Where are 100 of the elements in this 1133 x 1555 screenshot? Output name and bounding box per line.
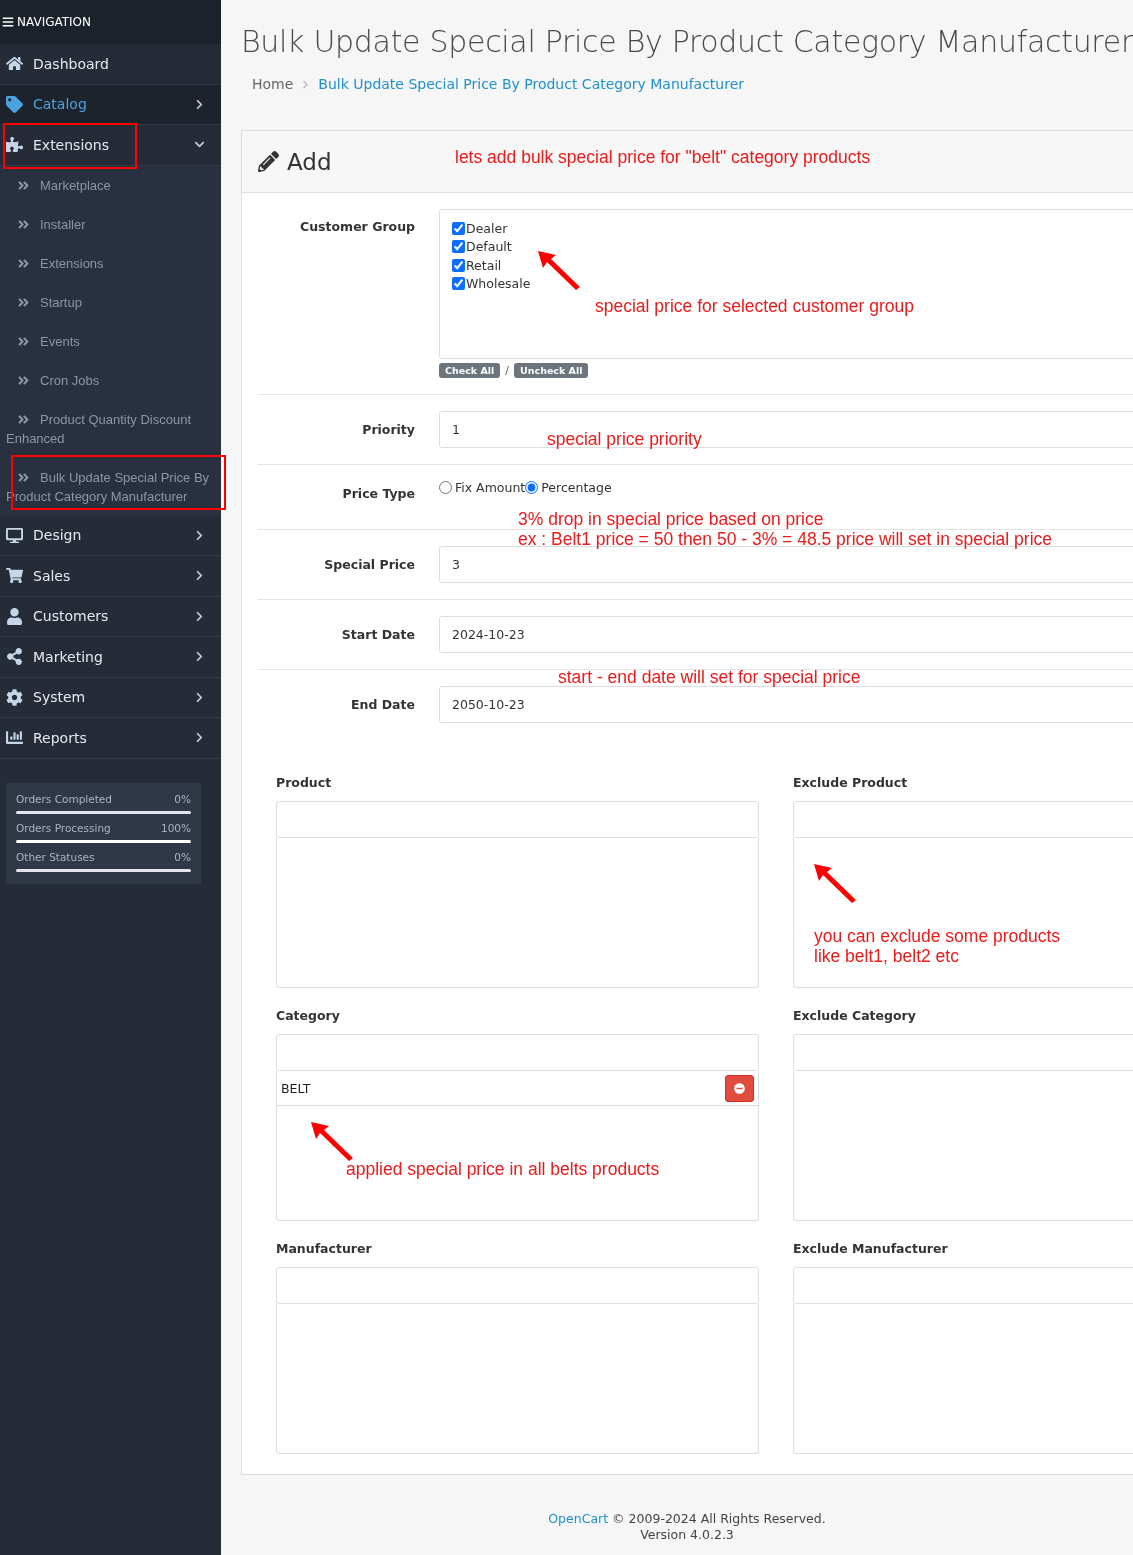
menu-icon[interactable] — [2, 16, 14, 28]
double-chevron-icon — [17, 334, 30, 348]
annotation-text: special price for selected customer group — [595, 296, 915, 316]
double-chevron-icon — [17, 178, 30, 192]
annotation-text: you can exclude some products like belt1, belt2 etc — [814, 926, 1061, 966]
submenu-link[interactable]: Cron Jobs — [0, 360, 221, 400]
checkbox[interactable] — [452, 277, 465, 291]
menu-label: Sales — [33, 567, 72, 584]
checkbox[interactable] — [452, 240, 465, 254]
checkbox-option[interactable]: Default — [452, 237, 1133, 256]
double-chevron-icon — [17, 256, 30, 270]
double-chevron-icon — [17, 295, 30, 309]
menu-label: Reports — [33, 729, 88, 746]
stat-value: 0% — [174, 792, 191, 805]
field-label: Category — [276, 1008, 341, 1023]
annotation-text: 3% drop in special price based on price ex : Belt1 price = 50 then 50 - 3% = 48.5 price will set in special price — [518, 509, 1053, 549]
radio-button[interactable] — [439, 481, 452, 494]
menu-label: Design — [33, 527, 83, 544]
stat-value: 0% — [174, 850, 191, 863]
submenu-link[interactable]: Extensions — [0, 243, 221, 283]
autocomplete-field[interactable] — [276, 1267, 759, 1304]
pencil-icon — [258, 151, 279, 172]
double-chevron-icon — [17, 217, 30, 231]
chevron-right-icon — [194, 98, 205, 110]
radio-button[interactable] — [525, 481, 539, 494]
arrow-icon — [812, 862, 858, 904]
chevron-right-icon — [194, 529, 205, 541]
stat-label: Orders Processing — [16, 821, 111, 834]
menu-label: Dashboard — [33, 55, 110, 72]
field-label: Exclude Manufacturer — [793, 1241, 949, 1256]
menu-label: System — [33, 689, 87, 706]
submenu-link[interactable]: Marketplace — [0, 165, 221, 205]
chevron-right-icon — [194, 610, 205, 622]
sidebar-item[interactable]: Extensions — [0, 125, 221, 166]
cart-icon — [6, 567, 23, 585]
field-label: Exclude Product — [793, 775, 909, 790]
user-icon — [6, 607, 23, 625]
separator-slash: / — [505, 364, 510, 377]
puzzle-piece-icon — [6, 136, 23, 154]
stat-value: 100% — [160, 821, 191, 834]
autocomplete-field[interactable] — [793, 801, 1133, 838]
remove-button[interactable] — [725, 1074, 754, 1102]
annotation-text: applied special price in all belts products — [346, 1159, 660, 1179]
arrow-icon — [536, 249, 582, 291]
monitor-icon — [6, 526, 23, 544]
autocomplete-field[interactable] — [276, 1034, 759, 1071]
stat-label: Other Statuses — [16, 850, 95, 863]
field-label: Product — [276, 775, 333, 790]
checkbox-option[interactable]: Retail — [452, 256, 1133, 275]
settings-icon — [6, 688, 23, 706]
chevron-right-icon — [194, 570, 205, 582]
breadcrumb-separator-icon — [301, 79, 311, 89]
double-chevron-icon — [17, 412, 30, 426]
autocomplete-field[interactable] — [793, 1267, 1133, 1304]
menu-label: Customers — [33, 608, 110, 625]
submenu-link[interactable]: Product Quantity Discount Enhanced — [0, 399, 221, 458]
copyright-text: OpenCart © 2009-2024 All Rights Reserved. — [547, 1511, 827, 1527]
radio-option[interactable]: Percentage — [525, 480, 612, 495]
menu-label: Extensions — [33, 136, 111, 153]
double-chevron-icon — [17, 470, 30, 484]
field-label: Special Price — [323, 556, 415, 574]
radio-option[interactable]: Fix Amount — [439, 480, 526, 495]
annotation-text: lets add bulk special price for "belt" category products — [455, 147, 871, 167]
chevron-right-icon — [194, 691, 205, 703]
field-label: Manufacturer — [276, 1241, 373, 1256]
annotation-text: start - end date will set for special price — [558, 667, 861, 687]
checkbox[interactable] — [452, 258, 465, 272]
panel-title: Add — [287, 148, 332, 175]
field-label: End Date — [350, 696, 415, 714]
uncheck-all-button[interactable]: Uncheck All — [514, 363, 589, 378]
field-label: Start Date — [340, 626, 415, 644]
checkbox-option[interactable]: Dealer — [452, 219, 1133, 238]
double-chevron-icon — [17, 373, 30, 387]
field-label: Price Type — [341, 485, 415, 501]
item-text: BELT — [281, 1080, 311, 1096]
chevron-right-icon — [194, 651, 205, 663]
field-label: Exclude Category — [793, 1008, 917, 1023]
version-text: Version 4.0.2.3 — [639, 1527, 735, 1543]
autocomplete-field[interactable] — [276, 801, 759, 838]
input-field[interactable]: 2050-10-23 — [439, 686, 1133, 723]
chevron-right-icon — [194, 732, 205, 744]
tag-icon — [6, 95, 23, 113]
input-field[interactable]: 2024-10-23 — [439, 616, 1133, 653]
bar-chart-icon — [6, 729, 23, 747]
submenu-link[interactable]: Installer — [0, 204, 221, 244]
menu-label: Catalog — [33, 96, 88, 113]
sidebar-item[interactable]: Catalog — [0, 84, 221, 125]
checkbox[interactable] — [452, 221, 465, 235]
submenu-link[interactable]: Startup — [0, 282, 221, 322]
share-icon — [6, 648, 23, 666]
annotation-text: special price priority — [547, 429, 702, 449]
breadcrumb-link[interactable]: Home — [252, 76, 294, 92]
menu-label: Marketing — [33, 648, 104, 665]
stat-label: Orders Completed — [16, 792, 112, 805]
checkbox-option[interactable]: Wholesale — [452, 274, 1133, 293]
home-icon — [6, 55, 23, 73]
check-all-button[interactable]: Check All — [439, 363, 501, 378]
submenu-link[interactable]: Events — [0, 321, 221, 361]
autocomplete-field[interactable] — [793, 1034, 1133, 1071]
page-title: Bulk Update Special Price By Product Category Manufacturer — [241, 23, 1133, 61]
